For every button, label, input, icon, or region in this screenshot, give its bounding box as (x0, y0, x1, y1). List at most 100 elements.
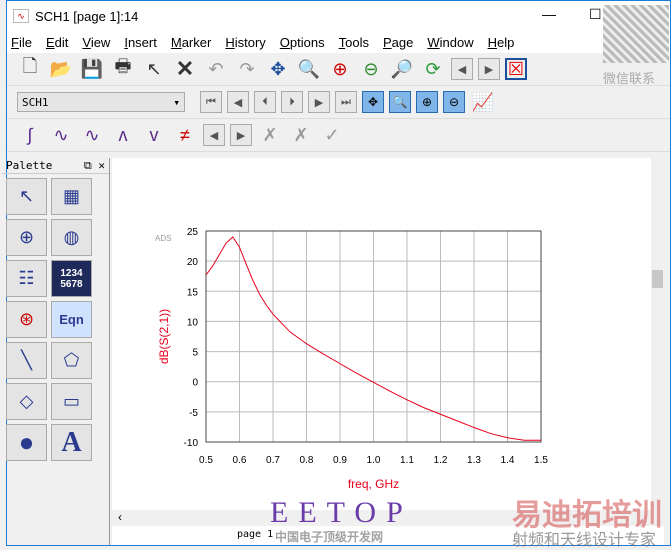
equation-icon[interactable]: Eqn (51, 301, 92, 338)
zoom-plot-icon[interactable]: 🔍 (389, 91, 411, 113)
x-tick-label: 1.2 (434, 455, 448, 466)
redo-icon[interactable]: ↷ (234, 56, 260, 82)
palette-close-button[interactable]: ✕ (98, 159, 105, 172)
menu-view[interactable]: View (82, 35, 110, 50)
marker-peak-icon[interactable]: ∿ (79, 122, 105, 148)
prev-page-icon[interactable]: ◀ (227, 91, 249, 113)
x-tick-label: 0.8 (300, 455, 314, 466)
marker-line-up-icon[interactable]: ✗ (288, 122, 314, 148)
menu-tools[interactable]: Tools (339, 35, 369, 50)
zoom-out-plot-icon[interactable]: ⊖ (443, 91, 465, 113)
menu-history[interactable]: History (225, 35, 265, 50)
stop-icon[interactable]: ☒ (505, 58, 527, 80)
marker-min-icon[interactable]: ᴠ (141, 122, 167, 148)
undo-icon[interactable]: ↶ (203, 56, 229, 82)
open-icon[interactable]: 📂 (48, 56, 74, 82)
save-icon[interactable]: 💾 (79, 56, 105, 82)
step-forward-icon[interactable]: ⏵ (281, 91, 303, 113)
smith-chart-icon[interactable]: ◍ (51, 219, 92, 256)
eetop-subtitle: 中国电子顶级开发网 (275, 530, 384, 544)
y-tick-label: 20 (187, 257, 199, 268)
next-page-icon[interactable]: ▶ (308, 91, 330, 113)
move-icon[interactable]: ✥ (265, 56, 291, 82)
zoom-out-2x-icon[interactable]: ⊖ (358, 56, 384, 82)
marker-line-icon[interactable]: ✗ (257, 122, 283, 148)
menu-insert[interactable]: Insert (124, 35, 157, 50)
rectangle-icon[interactable]: ▭ (51, 383, 92, 420)
y-axis-label: dB(S(2,1)) (157, 309, 171, 364)
marker-next-peak-icon[interactable]: ᴧ (110, 122, 136, 148)
page-selector[interactable]: SCH1 ▾ (17, 92, 185, 112)
circle-icon[interactable]: ● (6, 424, 47, 461)
plot-canvas[interactable]: 0.5 0.6 0.7 0.8 0.9 1.0 1.1 1.2 1.3 1.4 1.5 25 20 15 1… (112, 158, 651, 510)
step-back-icon[interactable]: ⏴ (254, 91, 276, 113)
marker-new-icon[interactable]: ∫ (17, 122, 43, 148)
zoom-fit-icon[interactable]: 🔎 (389, 56, 415, 82)
text-icon[interactable]: A (51, 424, 92, 461)
last-page-icon[interactable]: ⏭ (335, 91, 357, 113)
menu-page[interactable]: Page (383, 35, 413, 50)
minimize-button[interactable]: — (542, 6, 556, 22)
menu-bar: File Edit View Insert Marker History Opt… (7, 31, 670, 53)
marker-max-icon[interactable]: ∿ (48, 122, 74, 148)
first-page-icon[interactable]: ⏮ (200, 91, 222, 113)
menu-window[interactable]: Window (427, 35, 473, 50)
numeric-display-icon[interactable]: 1234 5678 (51, 260, 92, 297)
marker-next-icon[interactable]: ▶ (230, 124, 252, 146)
zoom-area-icon[interactable]: 🔍 (296, 56, 322, 82)
brand-subtitle: 射频和天线设计专家 (512, 532, 657, 549)
eetop-watermark: EETOP (270, 496, 413, 529)
polygon-icon[interactable]: ⬠ (51, 342, 92, 379)
zoom-in-2x-icon[interactable]: ⊕ (327, 56, 353, 82)
y-tick-label: 10 (187, 317, 199, 328)
line-icon[interactable]: ╲ (6, 342, 47, 379)
print-icon[interactable]: 🖶 (110, 56, 136, 82)
chevron-down-icon: ▾ (173, 95, 180, 109)
marker-delta-icon[interactable]: ≠ (172, 122, 198, 148)
x-axis-label: freq, GHz (348, 477, 399, 491)
x-tick-label: 1.0 (367, 455, 381, 466)
list-table-icon[interactable]: ☷ (6, 260, 47, 297)
select-pointer-icon[interactable]: ↖ (141, 56, 167, 82)
pointer-icon[interactable]: ↖ (6, 178, 47, 215)
page-toolbar: SCH1 ▾ ⏮ ◀ ⏴ ⏵ ▶ ⏭ ✥ 🔍 ⊕ ⊖ 📈 (7, 86, 670, 119)
menu-options[interactable]: Options (280, 35, 325, 50)
x-tick-label: 0.9 (333, 455, 347, 466)
x-tick-label: 0.5 (199, 455, 213, 466)
new-icon[interactable]: 🗋 (17, 56, 43, 82)
y-tick-label: 15 (187, 287, 199, 298)
marker-line-down-icon[interactable]: ✓ (319, 122, 345, 148)
save-trace-icon[interactable]: 📈 (470, 89, 496, 115)
prev-icon[interactable]: ◀ (451, 58, 473, 80)
float-button[interactable]: ⧉ (84, 159, 92, 172)
menu-file[interactable]: File (11, 35, 32, 50)
x-tick-label: 0.7 (266, 455, 280, 466)
page-selector-value: SCH1 (22, 95, 49, 109)
menu-edit[interactable]: Edit (46, 35, 68, 50)
chart: 0.5 0.6 0.7 0.8 0.9 1.0 1.1 1.2 1.3 1.4 1.5 25 20 15 1… (155, 227, 548, 491)
menu-help[interactable]: Help (488, 35, 515, 50)
next-icon[interactable]: ▶ (478, 58, 500, 80)
ads-label: ADS (155, 234, 171, 243)
x-tick-label: 1.4 (501, 455, 515, 466)
vertical-scrollbar[interactable] (651, 158, 664, 510)
pan-plot-icon[interactable]: ✥ (362, 91, 384, 113)
rectangular-plot-icon[interactable]: ▦ (51, 178, 92, 215)
menu-marker[interactable]: Marker (171, 35, 211, 50)
y-tick-label: -10 (184, 438, 199, 449)
delete-icon[interactable]: ✕ (172, 56, 198, 82)
refresh-icon[interactable]: ⟳ (420, 56, 446, 82)
scroll-thumb[interactable] (652, 270, 663, 288)
scroll-left-icon[interactable]: ‹ (118, 510, 122, 524)
x-tick-label: 1.3 (467, 455, 481, 466)
marker-prev-icon[interactable]: ◀ (203, 124, 225, 146)
polyline-icon[interactable]: ◇ (6, 383, 47, 420)
polar-plot-icon[interactable]: ⊕ (6, 219, 47, 256)
zoom-in-plot-icon[interactable]: ⊕ (416, 91, 438, 113)
antenna-plot-icon[interactable]: ⊛ (6, 301, 47, 338)
maximize-button[interactable]: ☐ (589, 6, 602, 23)
main-toolbar: 🗋 📂 💾 🖶 ↖ ✕ ↶ ↷ ✥ 🔍 ⊕ ⊖ 🔎 ⟳ ◀ ▶ ☒ (7, 53, 670, 86)
x-tick-label: 1.5 (534, 455, 548, 466)
tab-page-1[interactable]: page 1 (237, 529, 273, 540)
wechat-label: 微信联系 (603, 71, 656, 86)
